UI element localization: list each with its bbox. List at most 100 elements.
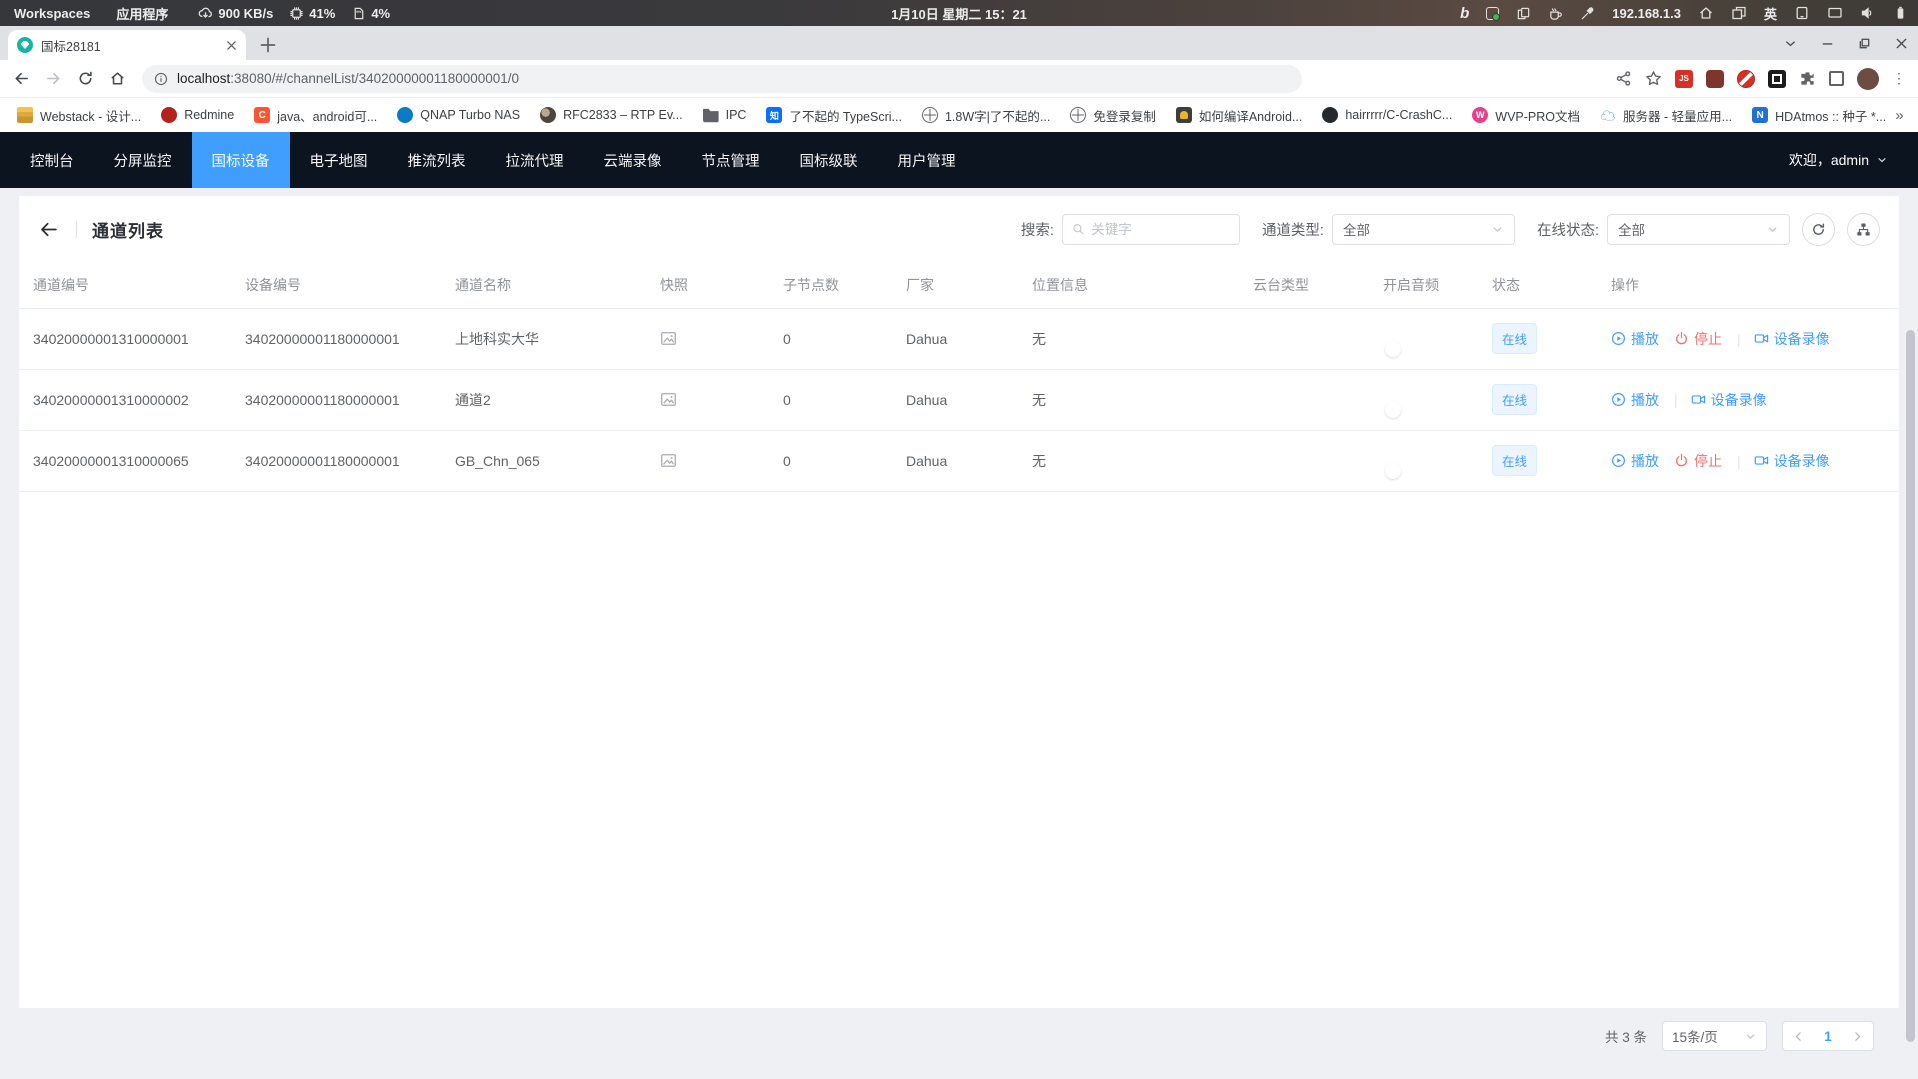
page-back-button[interactable] xyxy=(38,219,59,240)
current-page-number[interactable]: 1 xyxy=(1824,1029,1832,1044)
site-info-icon[interactable] xyxy=(154,72,168,86)
nav-tab-5[interactable]: 推流列表 xyxy=(388,132,486,188)
frame-extension-icon[interactable] xyxy=(1829,71,1844,86)
qnap-favicon-icon xyxy=(397,107,413,123)
bookmark-wvp[interactable]: W WVP-PRO文档 xyxy=(1463,102,1589,129)
bookmark-cloud[interactable]: ☁服务器 - 轻量应用... xyxy=(1591,102,1741,129)
status-badge: 在线 xyxy=(1492,384,1537,415)
window-minimize-button[interactable] xyxy=(1821,37,1834,50)
bookmark-qnap[interactable]: QNAP Turbo NAS xyxy=(388,103,529,127)
redmine-favicon-icon xyxy=(161,107,177,123)
page-scrollbar[interactable] xyxy=(1906,330,1915,1042)
bookmark-webstack[interactable]: Webstack - 设计... xyxy=(8,102,150,129)
caffeine-icon[interactable] xyxy=(1548,6,1563,21)
play-link[interactable]: 播放 xyxy=(1611,390,1659,410)
input-method-indicator[interactable]: 英 xyxy=(1764,4,1777,23)
ip-address[interactable]: 192.168.1.3 xyxy=(1612,6,1681,21)
window-close-button[interactable] xyxy=(1895,37,1908,50)
nav-tab-1[interactable]: 控制台 xyxy=(10,132,94,188)
prev-page-button[interactable] xyxy=(1792,1030,1805,1043)
bookmark-zhihu[interactable]: 知了不起的 TypeScri... xyxy=(757,102,911,129)
window-restore-button[interactable] xyxy=(1858,37,1871,50)
next-page-button[interactable] xyxy=(1851,1030,1864,1043)
workspaces-button[interactable]: Workspaces xyxy=(14,6,90,21)
wvp-favicon-icon: W xyxy=(1472,107,1488,123)
nav-tab-6[interactable]: 拉流代理 xyxy=(486,132,584,188)
display-icon[interactable] xyxy=(1827,5,1843,21)
nav-tab-2[interactable]: 分屏监控 xyxy=(94,132,192,188)
window-stack-icon[interactable] xyxy=(1731,5,1747,21)
search-input[interactable] xyxy=(1062,214,1240,245)
snapshot-icon[interactable] xyxy=(660,330,677,347)
play-link[interactable]: 播放 xyxy=(1611,451,1659,471)
column-header: 云台类型 xyxy=(1239,262,1369,308)
browser-tab[interactable]: 国标28181 xyxy=(8,30,246,60)
channel-type-select[interactable]: 全部 xyxy=(1332,214,1515,245)
extensions-puzzle-icon[interactable] xyxy=(1799,70,1816,87)
power-icon xyxy=(1674,453,1689,468)
profile-avatar[interactable] xyxy=(1857,68,1879,90)
reload-button[interactable] xyxy=(72,66,98,92)
volume-icon[interactable] xyxy=(1860,5,1876,21)
bookmark-hdatmos[interactable]: NHDAtmos :: 种子 *... xyxy=(1743,102,1895,129)
bookmark-rfc[interactable]: RFC2833 – RTP Ev... xyxy=(531,103,692,127)
device-record-link[interactable]: 设备录像 xyxy=(1754,451,1830,471)
device-record-link[interactable]: 设备录像 xyxy=(1754,329,1830,349)
stop-link[interactable]: 停止 xyxy=(1674,329,1722,349)
nav-tab-8[interactable]: 节点管理 xyxy=(682,132,780,188)
snapshot-icon[interactable] xyxy=(660,452,677,469)
nav-tab-10[interactable]: 用户管理 xyxy=(878,132,976,188)
tablet-icon[interactable] xyxy=(1794,5,1810,21)
page-size-select[interactable]: 15条/页 xyxy=(1662,1021,1767,1051)
globe-favicon-icon xyxy=(1070,107,1086,123)
column-header: 操作 xyxy=(1597,262,1899,308)
back-button[interactable] xyxy=(8,66,34,92)
stop-link[interactable]: 停止 xyxy=(1674,451,1722,471)
device-record-link[interactable]: 设备录像 xyxy=(1691,390,1767,410)
bookmark-android[interactable]: 如何编译Android... xyxy=(1167,102,1312,129)
nav-tab-9[interactable]: 国标级联 xyxy=(780,132,878,188)
color-picker-icon[interactable] xyxy=(1580,6,1595,21)
bookmark-folder[interactable]: IPC xyxy=(694,103,756,127)
channel-list-panel: 通道列表 搜索: 通道类型: 全部 在线状态: 全部 xyxy=(19,196,1899,1008)
user-menu[interactable]: 欢迎，admin xyxy=(1789,132,1918,188)
bookmarks-overflow-chevron[interactable]: » xyxy=(1895,107,1911,124)
js-extension-icon[interactable]: JS xyxy=(1675,70,1693,88)
tab-close-icon[interactable] xyxy=(226,40,237,51)
window-menu-chevron-icon[interactable] xyxy=(1784,37,1797,50)
play-link[interactable]: 播放 xyxy=(1611,329,1659,349)
bookmark-github[interactable]: hairrrrr/C-CrashC... xyxy=(1313,103,1461,127)
home-tray-icon[interactable] xyxy=(1698,5,1714,21)
nav-tab-7[interactable]: 云端录像 xyxy=(584,132,682,188)
clock[interactable]: 1月10日 星期二 15：21 xyxy=(891,4,1027,23)
device-tree-button[interactable] xyxy=(1847,213,1880,246)
bookmark-redmine[interactable]: Redmine xyxy=(152,103,243,127)
nav-tab-4[interactable]: 电子地图 xyxy=(290,132,388,188)
column-header: 设备编号 xyxy=(231,262,441,308)
applications-menu[interactable]: 应用程序 xyxy=(116,4,168,23)
adblock-extension-icon[interactable] xyxy=(1737,70,1755,88)
bookmark-globe[interactable]: 免登录复制 xyxy=(1061,102,1165,129)
battery-icon[interactable] xyxy=(1893,5,1908,21)
refresh-button[interactable] xyxy=(1802,213,1835,246)
screenshot-tray-icon[interactable] xyxy=(1486,7,1499,20)
url-bar[interactable]: localhost:38080/#/channelList/3402000000… xyxy=(142,65,1302,93)
bing-tray-icon[interactable]: b xyxy=(1460,5,1469,22)
search-keyword-field[interactable] xyxy=(1091,222,1230,237)
snapshot-icon[interactable] xyxy=(660,391,677,408)
home-button[interactable] xyxy=(104,66,130,92)
bookmark-globe[interactable]: 1.8W字|了不起的... xyxy=(913,102,1059,129)
online-status-select[interactable]: 全部 xyxy=(1607,214,1790,245)
nav-tab-3[interactable]: 国标设备 xyxy=(192,132,290,188)
browser-menu-icon[interactable]: ⋮ xyxy=(1892,70,1906,87)
bookmark-csdn[interactable]: Cjava、android可... xyxy=(245,102,386,129)
clipboard-copy-icon[interactable] xyxy=(1516,6,1531,21)
proxy-extension-icon[interactable] xyxy=(1706,70,1724,88)
app-nav-bar: 控制台分屏监控国标设备电子地图推流列表拉流代理云端录像节点管理国标级联用户管理 … xyxy=(0,132,1918,188)
screen-extension-icon[interactable] xyxy=(1768,70,1786,88)
share-icon[interactable] xyxy=(1615,70,1632,87)
bookmark-star-icon[interactable] xyxy=(1645,70,1662,87)
new-tab-button[interactable] xyxy=(254,31,282,59)
bookmark-label: WVP-PRO文档 xyxy=(1495,106,1580,125)
forward-button[interactable] xyxy=(40,66,66,92)
